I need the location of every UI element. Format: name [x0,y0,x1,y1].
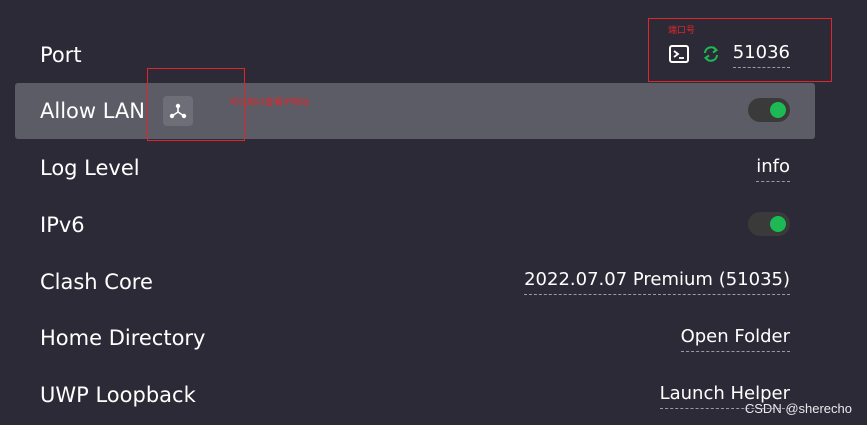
ipv6-label: IPv6 [40,213,85,237]
port-annotation-text: 端口号 [668,26,696,36]
clash-core-label: Clash Core [40,270,153,294]
uwp-loopback-label: UWP Loopback [40,383,196,407]
watermark: CSDN @sherecho [744,401,852,416]
log-level-select[interactable]: info [756,155,790,182]
allow-lan-toggle[interactable] [748,98,790,122]
toggle-knob [770,102,786,118]
lan-annotation-text: 可以用以查看IP地址 [229,98,310,108]
log-level-label: Log Level [40,156,140,180]
port-label: Port [40,43,82,67]
home-directory-label: Home Directory [40,326,206,350]
clash-core-value[interactable]: 2022.07.07 Premium (51035) [524,268,790,295]
allow-lan-label: Allow LAN [40,99,145,123]
ipv6-toggle[interactable] [748,212,790,236]
open-folder-button[interactable]: Open Folder [680,325,790,352]
toggle-knob [770,216,786,232]
